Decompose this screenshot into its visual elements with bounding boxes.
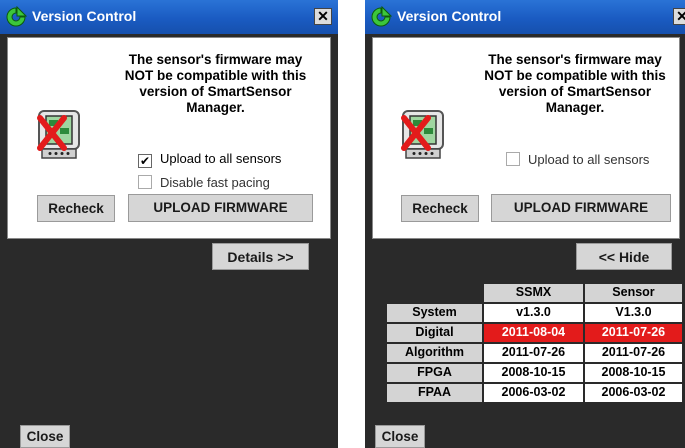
table-row-label: FPAA [387, 384, 482, 402]
table-row-label: System [387, 304, 482, 322]
window-title: Version Control [32, 8, 137, 24]
hide-button[interactable]: << Hide [576, 243, 672, 270]
device-error-icon [401, 110, 444, 159]
table-cell-sensor-mismatch: 2011-07-26 [585, 324, 682, 342]
warning-panel: The sensor's firmware may NOT be compati… [7, 37, 331, 239]
table-row-label: FPGA [387, 364, 482, 382]
recheck-button[interactable]: Recheck [401, 195, 479, 222]
upload-all-label: Upload to all sensors [528, 152, 650, 167]
title-bar[interactable]: Version Control ✕ [0, 0, 338, 34]
incompatibility-message: The sensor's firmware may NOT be compati… [124, 52, 307, 115]
incompatibility-message: The sensor's firmware may NOT be compati… [484, 52, 666, 115]
title-bar[interactable]: Version Control ✕ [365, 0, 685, 34]
table-cell-ssmx: 2006-03-02 [484, 384, 583, 402]
table-row-label: Algorithm [387, 344, 482, 362]
upload-firmware-button[interactable]: UPLOAD FIRMWARE [491, 194, 671, 222]
close-button[interactable]: Close [20, 425, 70, 448]
table-cell-sensor: 2006-03-02 [585, 384, 682, 402]
table-header-ssmx: SSMX [484, 284, 583, 302]
table-row-label: Digital [387, 324, 482, 342]
table-cell-ssmx: v1.3.0 [484, 304, 583, 322]
table-cell-ssmx-mismatch: 2011-08-04 [484, 324, 583, 342]
warning-panel: The sensor's firmware may NOT be compati… [372, 37, 680, 239]
version-control-window-collapsed: Version Control ✕ The sensor's firmware … [0, 0, 338, 448]
upload-all-checkbox[interactable]: Upload to all sensors [506, 152, 649, 167]
checkbox-icon[interactable] [506, 152, 520, 166]
details-button[interactable]: Details >> [212, 243, 309, 270]
upload-firmware-button[interactable]: UPLOAD FIRMWARE [128, 194, 313, 222]
upload-all-label: Upload to all sensors [160, 151, 282, 166]
disable-fast-pacing-label: Disable fast pacing [160, 175, 270, 190]
table-cell-sensor: V1.3.0 [585, 304, 682, 322]
disable-fast-pacing-checkbox[interactable]: Disable fast pacing [138, 175, 270, 190]
version-control-window-expanded: Version Control ✕ The sensor's firmware … [365, 0, 685, 448]
table-header-sensor: Sensor [585, 284, 682, 302]
table-cell-ssmx: 2008-10-15 [484, 364, 583, 382]
table-cell-sensor: 2011-07-26 [585, 344, 682, 362]
app-logo-icon [371, 6, 392, 27]
close-icon[interactable]: ✕ [673, 8, 685, 25]
close-button[interactable]: Close [375, 425, 425, 448]
table-cell-ssmx: 2011-07-26 [484, 344, 583, 362]
window-title: Version Control [397, 8, 502, 24]
table-cell-sensor: 2008-10-15 [585, 364, 682, 382]
device-error-icon [37, 110, 80, 159]
recheck-button[interactable]: Recheck [37, 195, 115, 222]
checkbox-icon[interactable] [138, 175, 152, 189]
upload-all-checkbox[interactable]: ✔ Upload to all sensors [138, 151, 281, 168]
checkbox-icon[interactable]: ✔ [138, 154, 152, 168]
app-logo-icon [6, 6, 27, 27]
close-icon[interactable]: ✕ [314, 8, 332, 25]
